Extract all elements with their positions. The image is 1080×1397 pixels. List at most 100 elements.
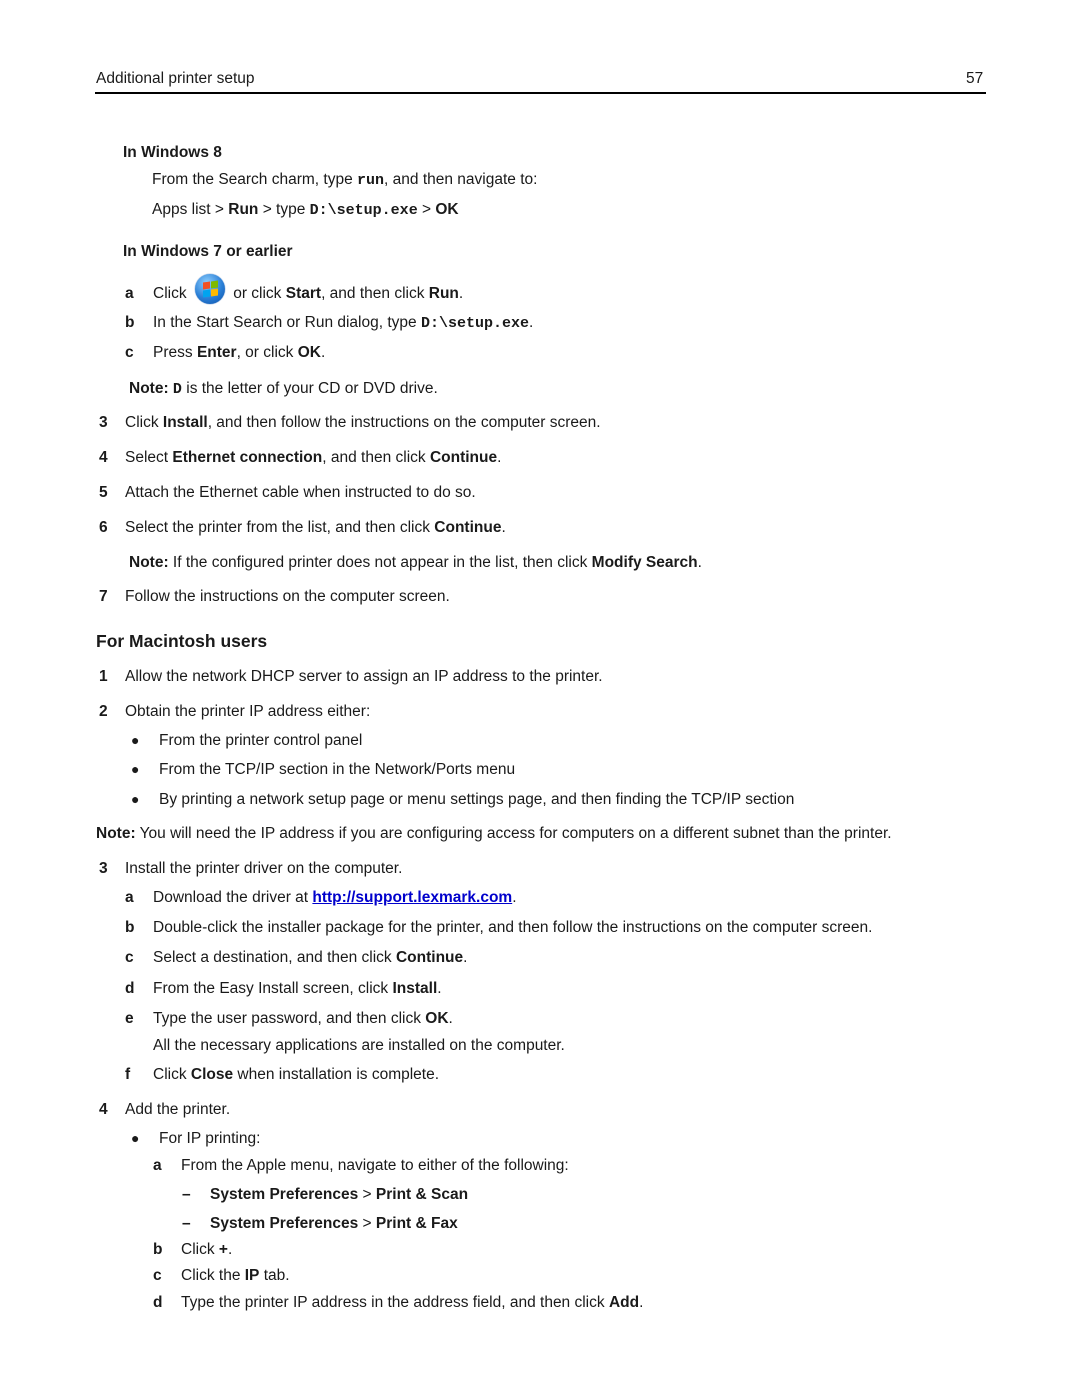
text: Click [181, 1241, 219, 1258]
mac-step-4-bullet: ● For IP printing: [131, 1130, 260, 1148]
ui-ok: OK [297, 344, 321, 361]
text: From the TCP/IP section in the Network/P… [159, 761, 516, 778]
ui-print-scan: Print & Scan [375, 1186, 469, 1203]
text: Follow the instructions on the computer … [125, 588, 450, 605]
mac-step-3e-result: All the necessary applications are insta… [153, 1037, 565, 1054]
lexmark-support-link[interactable]: http://support.lexmark.com [312, 889, 512, 906]
ui-continue: Continue [434, 519, 502, 536]
page-number: 57 [966, 70, 984, 87]
ui-start: Start [285, 285, 322, 303]
mac-note: Note: You will need the IP address if yo… [96, 825, 892, 843]
text: . [448, 1010, 453, 1027]
text: . [639, 1294, 644, 1311]
windows-step-5: 5 Attach the Ethernet cable when instruct… [99, 484, 476, 502]
code-setup-exe: D:\setup.exe [309, 202, 418, 219]
text: , and then navigate to: [384, 171, 538, 188]
ui-system-preferences: System Preferences [210, 1215, 359, 1232]
step-number: 3 [99, 860, 108, 877]
windows8-instruction: From the Search charm, type run, and the… [152, 171, 537, 189]
text: Apps list > [152, 201, 229, 218]
ui-continue: Continue [429, 449, 498, 466]
text: From the Easy Install screen, click [153, 980, 393, 997]
text: or click [228, 285, 286, 303]
windows7-step-c: c Press Enter, or click OK. [125, 344, 325, 362]
text: . [458, 285, 464, 303]
mac-bullet: ● From the TCP/IP section in the Network/… [131, 761, 515, 779]
step-number: 4 [99, 449, 108, 466]
text: From the Apple menu, navigate to either … [181, 1157, 569, 1174]
windows-start-icon [194, 274, 225, 304]
note-label: Note: [96, 825, 136, 842]
ui-continue: Continue [395, 949, 464, 966]
page-header-title: Additional printer setup [96, 70, 255, 87]
header-rule [95, 92, 986, 94]
windows8-heading: In Windows 8 [123, 144, 222, 161]
text: Select [125, 449, 173, 466]
windows-step-3: 3 Click Install, and then follow the inst… [99, 414, 601, 432]
text: From the printer control panel [159, 732, 363, 749]
mac-step-3: 3 Install the printer driver on the compu… [99, 860, 402, 878]
windows7-step-a: a Click or click Start, and then click Ru… [125, 274, 464, 304]
ui-install: Install [162, 414, 208, 431]
text: Press [153, 344, 197, 361]
text: If the configured printer does not appea… [168, 554, 592, 571]
windows7-heading: In Windows 7 or earlier [123, 243, 293, 260]
code-d: D [172, 381, 182, 398]
text: Click [125, 414, 163, 431]
step-number: 7 [99, 588, 108, 605]
step-letter: b [125, 314, 135, 331]
mac-step-4c: c Click the IP tab. [153, 1267, 290, 1285]
step-letter: c [153, 1267, 162, 1284]
step-letter: a [153, 1157, 162, 1174]
text: > [417, 201, 436, 218]
bullet-icon: ● [131, 791, 140, 807]
ui-ok: OK [435, 201, 459, 218]
mac-step-3b: b Double-click the installer package for … [125, 919, 872, 937]
windows-step-6: 6 Select the printer from the list, and t… [99, 519, 506, 537]
step-letter: c [125, 344, 134, 361]
text: Click [153, 285, 191, 303]
windows7-note: Note: D is the letter of your CD or DVD … [129, 380, 438, 398]
code-run: run [357, 172, 385, 189]
step-number: 2 [99, 703, 108, 720]
windows-step-4: 4 Select Ethernet connection, and then cl… [99, 449, 501, 467]
ui-install: Install [392, 980, 438, 997]
ui-ethernet-connection: Ethernet connection [172, 449, 323, 466]
text: From the Search charm, type [152, 171, 358, 188]
text: . [320, 344, 326, 361]
text: . [463, 949, 468, 966]
windows8-path: Apps list > Run > type D:\setup.exe > OK [152, 201, 459, 219]
text: Type the printer IP address in the addre… [181, 1294, 609, 1311]
text: Attach the Ethernet cable when instructe… [125, 484, 476, 501]
text: Type the user password, and then click [153, 1010, 426, 1027]
mac-step-3e: e Type the user password, and then click … [125, 1010, 453, 1028]
text: Select a destination, and then click [153, 949, 396, 966]
text: . [697, 554, 702, 571]
text: . [437, 980, 442, 997]
ui-ip-tab: IP [244, 1267, 260, 1284]
mac-step-4d: d Type the printer IP address in the addr… [153, 1294, 643, 1312]
mac-step-3d: d From the Easy Install screen, click Ins… [125, 980, 442, 998]
windows-note: Note: If the configured printer does not… [129, 554, 702, 572]
text: , and then follow the instructions on th… [207, 414, 601, 431]
text: , and then click [321, 285, 429, 303]
step-letter: a [125, 285, 134, 303]
note-label: Note: [129, 380, 169, 397]
text: is the letter of your CD or DVD drive. [181, 380, 438, 397]
dash-icon: – [182, 1186, 191, 1203]
step-number: 5 [99, 484, 108, 501]
bullet-icon: ● [131, 761, 140, 777]
text: You will need the IP address if you are … [135, 825, 892, 842]
ui-add: Add [608, 1294, 640, 1311]
ui-run: Run [428, 285, 459, 303]
ui-plus: + [218, 1241, 228, 1258]
ui-enter: Enter [196, 344, 237, 361]
text: . [512, 889, 517, 906]
step-letter: f [125, 1066, 131, 1083]
bullet-icon: ● [131, 732, 140, 748]
ui-modify-search: Modify Search [591, 554, 698, 571]
text: Select the printer from the list, and th… [125, 519, 435, 536]
text: Install the printer driver on the comput… [125, 860, 403, 877]
text: By printing a network setup page or menu… [159, 791, 795, 808]
text: tab. [259, 1267, 290, 1284]
